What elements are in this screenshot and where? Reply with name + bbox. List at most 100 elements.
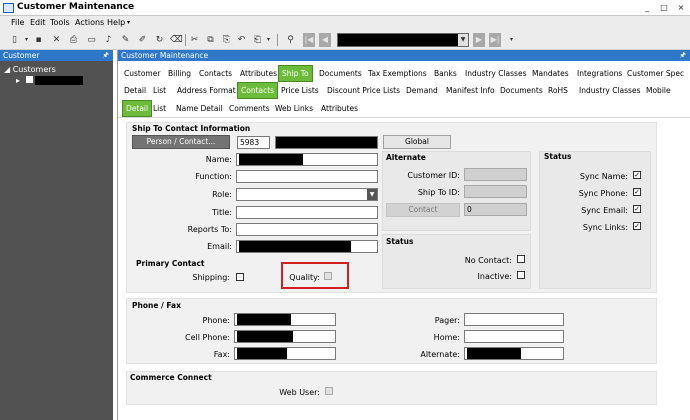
tab-attributes[interactable]: Attributes: [321, 101, 358, 117]
alternate-contact-field[interactable]: 0: [464, 203, 527, 216]
tab-banks[interactable]: Banks: [434, 66, 457, 82]
global-button[interactable]: Global: [383, 135, 451, 149]
tree-node-customers[interactable]: ◢ Customers: [4, 65, 83, 74]
tab-integrations[interactable]: Integrations: [577, 66, 622, 82]
title-field[interactable]: [236, 206, 378, 219]
menu-tools[interactable]: Tools: [50, 18, 70, 27]
sync-email-checkbox[interactable]: ✓: [633, 205, 641, 213]
clipboard-dropdown-icon[interactable]: ▾: [263, 34, 274, 46]
home-field[interactable]: [464, 330, 564, 343]
refresh-icon[interactable]: ↻: [154, 34, 165, 46]
cell-phone-field[interactable]: [234, 330, 336, 343]
quality-checkbox[interactable]: [324, 272, 332, 280]
tree-node-customer[interactable]: ▸: [16, 76, 84, 85]
tab-detail[interactable]: Detail: [124, 83, 146, 99]
next-record-button[interactable]: ▶: [473, 33, 485, 47]
cut-icon[interactable]: ✂: [189, 34, 200, 46]
tab-billing[interactable]: Billing: [168, 66, 191, 82]
pager-field[interactable]: [464, 313, 564, 326]
tab-industry-classes[interactable]: Industry Classes: [465, 66, 527, 82]
spell-check-icon[interactable]: ✐: [137, 34, 148, 46]
function-field[interactable]: [236, 170, 378, 183]
tab-attributes[interactable]: Attributes: [240, 66, 277, 82]
new-icon[interactable]: ▯: [9, 34, 20, 46]
minimize-button[interactable]: _: [642, 2, 652, 13]
fax-field[interactable]: [234, 347, 336, 360]
edit-icon[interactable]: ✎: [120, 34, 131, 46]
tab-mobile[interactable]: Mobile: [646, 83, 671, 99]
menu-edit[interactable]: Edit: [30, 18, 46, 27]
clipboard-icon[interactable]: ⎗: [252, 34, 263, 46]
record-selector-dropdown[interactable]: ▼: [337, 33, 469, 47]
reports-to-field[interactable]: [236, 223, 378, 236]
delete-icon[interactable]: ✕: [51, 34, 62, 46]
sync-phone-checkbox[interactable]: ✓: [633, 188, 641, 196]
tab-comments[interactable]: Comments: [229, 101, 270, 117]
tab-documents[interactable]: Documents: [319, 66, 362, 82]
email-field[interactable]: [236, 240, 378, 253]
tab-detail[interactable]: Detail: [122, 100, 153, 117]
tab-contacts[interactable]: Contacts: [199, 66, 232, 82]
new-dropdown-icon[interactable]: ▾: [21, 34, 32, 46]
menu-help[interactable]: Help: [107, 18, 125, 27]
tab-contacts[interactable]: Contacts: [237, 82, 279, 99]
tab-list[interactable]: List: [153, 83, 166, 99]
tab-customer-spec[interactable]: Customer Spec: [627, 66, 684, 82]
tab-ship-to[interactable]: Ship To: [278, 65, 313, 82]
chevron-down-icon[interactable]: ▼: [458, 34, 468, 46]
inactive-checkbox[interactable]: [517, 271, 525, 279]
sync-name-checkbox[interactable]: ✓: [633, 171, 641, 179]
person-contact-button[interactable]: Person / Contact...: [132, 135, 230, 149]
tab-mandates[interactable]: Mandates: [532, 66, 569, 82]
sync-links-checkbox[interactable]: ✓: [633, 222, 641, 230]
undo-icon[interactable]: ↶: [236, 34, 247, 46]
attachment-icon[interactable]: ♪: [103, 34, 114, 46]
tab-web-links[interactable]: Web Links: [275, 101, 313, 117]
collapse-icon[interactable]: ◢: [4, 65, 10, 74]
close-button[interactable]: ×: [676, 2, 686, 13]
shipping-checkbox[interactable]: [236, 273, 244, 281]
tab-rohs[interactable]: RoHS: [548, 83, 568, 99]
memo-icon[interactable]: ▭: [86, 34, 97, 46]
no-contact-checkbox[interactable]: [517, 255, 525, 263]
expand-icon[interactable]: ▸: [16, 76, 20, 85]
alternate-contact-button[interactable]: Contact: [386, 203, 460, 217]
tab-list[interactable]: List: [153, 101, 166, 117]
save-icon[interactable]: ▪: [33, 34, 44, 46]
tab-name-detail[interactable]: Name Detail: [176, 101, 223, 117]
menu-file[interactable]: File: [11, 18, 24, 27]
pin-icon[interactable]: 🖈: [103, 50, 109, 61]
tab-documents[interactable]: Documents: [500, 83, 543, 99]
tab-industry-classes[interactable]: Industry Classes: [579, 83, 641, 99]
previous-record-button[interactable]: ◀: [319, 33, 331, 47]
phone-field[interactable]: [234, 313, 336, 326]
maximize-button[interactable]: □: [659, 2, 669, 13]
name-field[interactable]: [236, 153, 378, 166]
paste-icon[interactable]: ⎘: [221, 34, 232, 46]
tab-price-lists[interactable]: Price Lists: [281, 83, 319, 99]
tab-address-format[interactable]: Address Format: [177, 83, 236, 99]
chevron-down-icon[interactable]: ▼: [367, 189, 377, 200]
pin-icon[interactable]: 🖈: [680, 50, 686, 61]
tab-discount-price-lists[interactable]: Discount Price Lists: [327, 83, 400, 99]
menu-overflow-icon[interactable]: ▾: [127, 19, 130, 26]
ship-to-id-field[interactable]: [464, 185, 527, 198]
role-dropdown[interactable]: ▼: [236, 188, 378, 201]
alternate-phone-field[interactable]: [464, 347, 564, 360]
tab-demand[interactable]: Demand: [406, 83, 438, 99]
first-record-button[interactable]: |◀: [303, 33, 315, 47]
last-record-button[interactable]: ▶|: [489, 33, 501, 47]
search-icon[interactable]: ⚲: [285, 34, 296, 46]
menu-actions[interactable]: Actions: [75, 18, 104, 27]
clear-icon[interactable]: ⌫: [170, 34, 183, 46]
tab-customer[interactable]: Customer: [124, 66, 160, 82]
contact-name-lookup-field[interactable]: [275, 136, 378, 149]
navigation-dropdown-icon[interactable]: ▾: [506, 34, 517, 46]
contact-number-field[interactable]: 5983: [237, 136, 270, 149]
customer-id-field[interactable]: [464, 168, 527, 181]
tab-tax-exemptions[interactable]: Tax Exemptions: [368, 66, 427, 82]
copy-icon[interactable]: ⧉: [205, 34, 216, 46]
web-user-checkbox[interactable]: [325, 387, 333, 395]
print-icon[interactable]: ⎙: [68, 34, 79, 46]
tab-manifest-info[interactable]: Manifest Info: [446, 83, 495, 99]
